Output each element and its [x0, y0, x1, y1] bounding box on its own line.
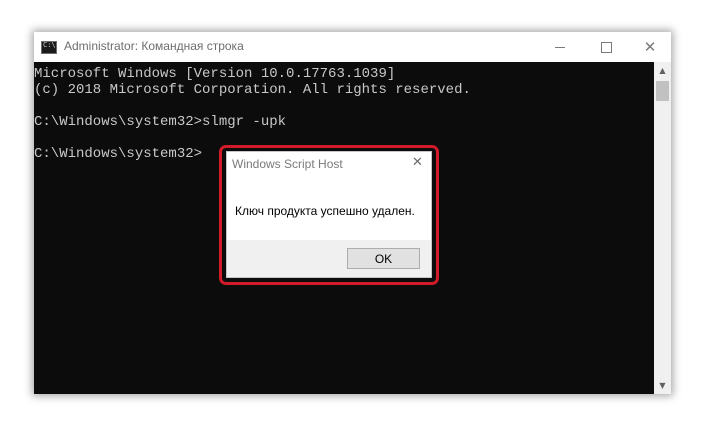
ok-button[interactable]: OK — [347, 248, 420, 269]
console-line: C:\Windows\system32>slmgr -upk — [34, 114, 287, 130]
console-line: (c) 2018 Microsoft Corporation. All righ… — [34, 82, 471, 98]
close-icon: ✕ — [643, 37, 657, 56]
vertical-scrollbar[interactable]: ▲ ▼ — [654, 62, 671, 394]
title-bar[interactable]: Administrator: Командная строка ✕ — [34, 32, 671, 62]
close-button[interactable]: ✕ — [629, 32, 671, 62]
maximize-button[interactable] — [583, 32, 629, 62]
scroll-up-icon[interactable]: ▲ — [654, 62, 671, 79]
cmd-icon[interactable] — [41, 41, 57, 54]
dialog-close-icon[interactable]: ✕ — [412, 155, 423, 170]
dialog-title: Windows Script Host — [232, 157, 343, 171]
dialog-footer: OK — [227, 240, 431, 277]
scroll-down-icon[interactable]: ▼ — [654, 377, 671, 394]
message-dialog: Windows Script Host ✕ Ключ продукта успе… — [226, 151, 432, 278]
dialog-message: Ключ продукта успешно удален. — [235, 204, 415, 218]
console-line: Microsoft Windows [Version 10.0.17763.10… — [34, 66, 396, 82]
scroll-thumb[interactable] — [656, 81, 669, 101]
console-line: C:\Windows\system32> — [34, 146, 203, 162]
minimize-icon — [555, 46, 565, 48]
window-title: Administrator: Командная строка — [64, 39, 244, 53]
minimize-button[interactable] — [537, 32, 583, 62]
maximize-icon — [600, 41, 612, 53]
